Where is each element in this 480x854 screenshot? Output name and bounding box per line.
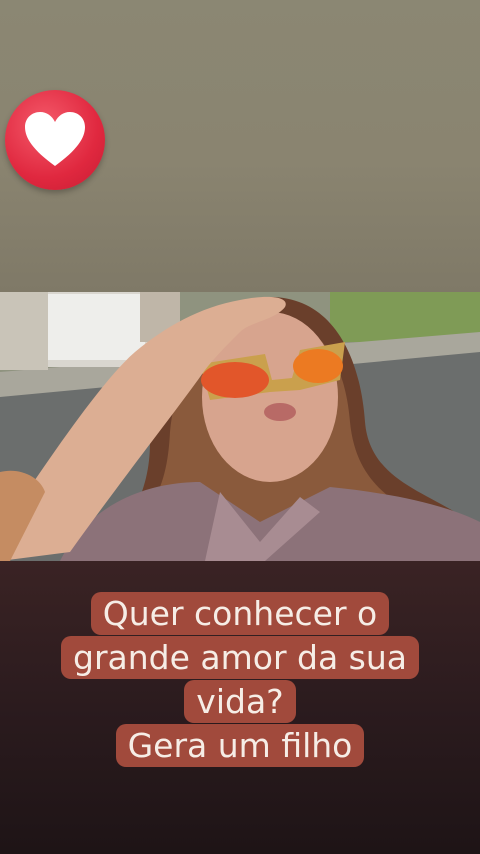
caption-line: Quer conhecer o — [0, 592, 480, 636]
caption-line: grande amor da sua — [0, 636, 480, 680]
heart-icon — [25, 112, 85, 166]
caption-line: Gera um filho — [0, 724, 480, 768]
heart-sticker[interactable] — [5, 90, 105, 190]
story-photo — [0, 292, 480, 561]
caption-line: vida? — [0, 680, 480, 724]
caption-text: Quer conhecer o grande amor da sua vida?… — [0, 592, 480, 768]
